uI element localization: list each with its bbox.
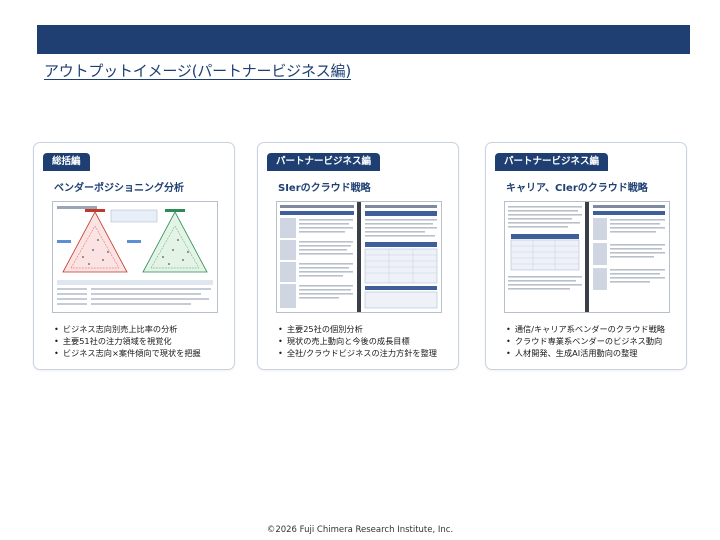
card-badge: 総括編 bbox=[43, 153, 90, 171]
list-item: ビジネス志向別売上比率の分析 bbox=[54, 323, 201, 335]
card-heading: ベンダーポジショニング分析 bbox=[54, 183, 184, 194]
copyright-footer: ©2026 Fuji Chimera Research Institute, I… bbox=[266, 525, 454, 535]
list-item: 通信/キャリア系ベンダーのクラウド戦略 bbox=[506, 323, 665, 335]
header-bar bbox=[37, 25, 690, 54]
card-sier-strategy: パートナービジネス編 SIerのクラウド戦略 • 主要25社の個別分析 • 現状… bbox=[257, 142, 459, 370]
report-pages-thumbnail bbox=[276, 201, 442, 313]
feature-list: 通信/キャリア系ベンダーのクラウド戦略 クラウド専業系ベンダーのビジネス動向 人… bbox=[506, 323, 665, 359]
list-item: 主要25社の個別分析 bbox=[278, 323, 437, 335]
card-carrier-strategy: パートナービジネス編 キャリア、CIerのクラウド戦略 • 通信/キャリア系ベン… bbox=[485, 142, 687, 370]
list-item: クラウド専業系ベンダーのビジネス動向 bbox=[506, 335, 665, 347]
card-heading: キャリア、CIerのクラウド戦略 bbox=[506, 183, 648, 194]
feature-list: ビジネス志向別売上比率の分析 主要51社の注力領域を視覚化 ビジネス志向×案件傾… bbox=[54, 323, 201, 359]
card-heading: SIerのクラウド戦略 bbox=[278, 183, 371, 194]
positioning-chart-thumbnail bbox=[52, 201, 218, 313]
feature-list: 主要25社の個別分析 現状の売上動向と今後の成長目標 全社/クラウドビジネスの注… bbox=[278, 323, 437, 359]
list-item: 主要51社の注力領域を視覚化 bbox=[54, 335, 201, 347]
list-item: ビジネス志向×案件傾向で現状を把握 bbox=[54, 347, 201, 359]
list-item: 現状の売上動向と今後の成長目標 bbox=[278, 335, 437, 347]
card-badge: パートナービジネス編 bbox=[267, 153, 381, 171]
list-item: 全社/クラウドビジネスの注力方針を整理 bbox=[278, 347, 437, 359]
list-item: 人材開発、生成AI活用動向の整理 bbox=[506, 347, 665, 359]
report-pages-thumbnail bbox=[504, 201, 670, 313]
page-title: アウトプットイメージ(パートナービジネス編) bbox=[44, 62, 352, 80]
card-summary: 総括編 ベンダーポジショニング分析 • ビジネス志向別売上比率の分析 • 主要5… bbox=[33, 142, 235, 370]
card-badge: パートナービジネス編 bbox=[495, 153, 609, 171]
